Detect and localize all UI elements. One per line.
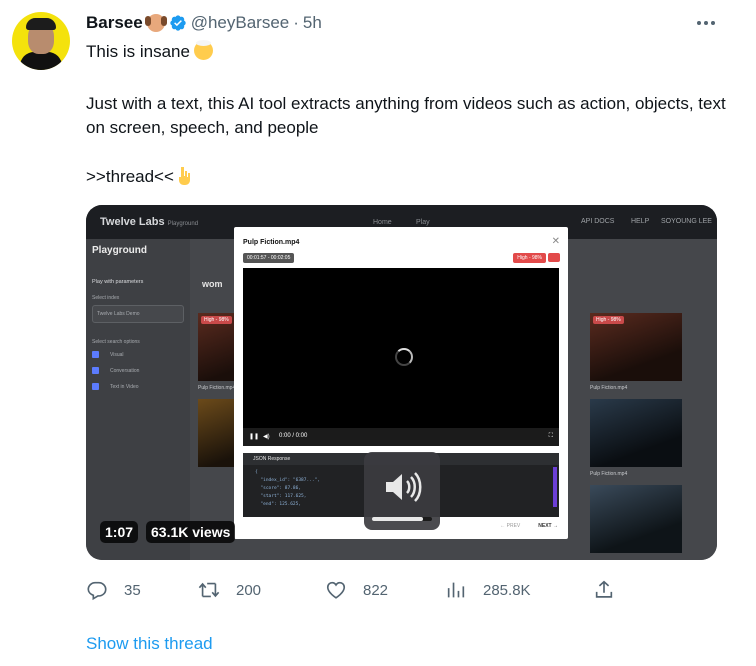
select-index-label: Select index [92,295,120,301]
json-line: { [255,470,258,475]
modal-title: Pulp Fiction.mp4 [243,239,300,246]
tweet-text-first: This is insane [86,42,190,61]
pause-icon: ❚❚ [249,434,260,440]
video-player[interactable]: Twelve Labs Playground Home Play API DOC… [86,205,717,560]
volume-fill [372,517,423,521]
share-icon [595,580,613,598]
modal-video [243,268,559,446]
show-thread-link[interactable]: Show this thread [86,634,213,654]
visual-label: Visual [110,352,124,358]
tweet-thread-line: >>thread<< [86,165,192,189]
json-line: "score": 87.86, [255,486,302,491]
next-label: NEXT [538,523,552,529]
post-time[interactable]: 5h [303,13,322,33]
retweet-button[interactable]: 200 [198,576,261,604]
share-button[interactable] [593,576,631,604]
thumbnail-label: Pulp Fiction.mp4 [590,385,628,391]
tweet-actions: 35 200 822 285.8K [86,576,646,604]
confidence-badge: High - 98% [513,253,546,263]
like-count: 822 [363,581,389,599]
prev-label: PREV [506,523,521,529]
player-time: 0:00 / 0:00 [279,433,308,439]
play-params-label: Play with parameters [92,279,144,285]
nav-home: Home [373,219,392,226]
like-button[interactable]: 822 [325,576,388,604]
app-sidebar: Playground Play with parameters Select i… [86,239,190,560]
speaker-icon [386,472,422,502]
pointing-down-emoji-icon [178,167,190,185]
pager: ← PREV NEXT → [500,523,558,529]
volume-overlay [364,452,440,530]
text-in-video-label: Text in Video [110,384,139,390]
search-query: wom [202,279,223,289]
text-in-video-checkbox [92,383,99,390]
fullscreen-icon: ⛶ [548,433,553,439]
app-logo: Twelve Labs Playground [100,216,199,228]
exploding-head-emoji-icon [193,40,213,60]
json-line: "index_id": "6387...", [255,478,321,483]
retweet-icon [198,582,220,598]
reply-button[interactable]: 35 [86,576,141,604]
user-name: SOYOUNG LEE [661,218,712,225]
help-link: HELP [631,218,650,225]
index-select: Twelve Labs Demo [92,305,184,323]
json-scrollbar [553,467,557,507]
verified-badge-icon [170,15,186,31]
conversation-label: Conversation [110,368,140,374]
views-count: 285.8K [483,581,531,599]
volume-icon: ◀) [263,434,270,440]
timecode-tag: 00:01:57 - 00:02:05 [243,253,295,263]
thumbnail-label: Pulp Fiction.mp4 [590,471,628,477]
retweet-count: 200 [236,581,262,599]
views-chart-icon [447,582,465,598]
nav-play: Play [416,219,430,226]
visual-checkbox [92,351,99,358]
tweet-header: Barsee @heyBarsee · 5h [86,12,322,34]
video-views: 63.1K views [146,521,236,543]
loading-spinner-icon [395,348,413,366]
separator: · [293,13,299,32]
avatar[interactable] [12,12,70,70]
result-thumbnail [590,399,682,467]
dog-emoji-icon [144,14,167,32]
search-options-label: Select search options [92,339,140,345]
json-line: "end": 125.625, [255,502,302,507]
sidebar-title: Playground [92,245,148,256]
api-docs-link: API DOCS [581,218,615,225]
more-options-icon[interactable] [694,12,718,34]
thumbnail-label: Pulp Fiction.mp4 [198,385,236,391]
modal-video-controls: ❚❚ ◀) 0:00 / 0:00 ⛶ [243,428,559,446]
reply-icon [87,581,107,601]
thread-text: >>thread<< [86,167,174,186]
heart-icon [326,581,346,599]
tweet-line-1: This is insane [86,40,213,64]
reply-count: 35 [124,581,141,599]
json-line: "start": 117.625, [255,494,307,499]
tweet-paragraph: Just with a text, this AI tool extracts … [86,94,726,137]
result-thumbnail: High - 98% [590,313,682,381]
result-thumbnail [590,485,682,553]
eye-icon [548,253,560,262]
conversation-checkbox [92,367,99,374]
video-duration: 1:07 [100,521,139,543]
volume-bar [372,517,432,521]
author-name[interactable]: Barsee [86,13,143,33]
author-handle[interactable]: @heyBarsee [191,13,290,33]
modal-close-icon: ✕ [551,236,560,247]
views-button[interactable]: 285.8K [445,576,531,604]
